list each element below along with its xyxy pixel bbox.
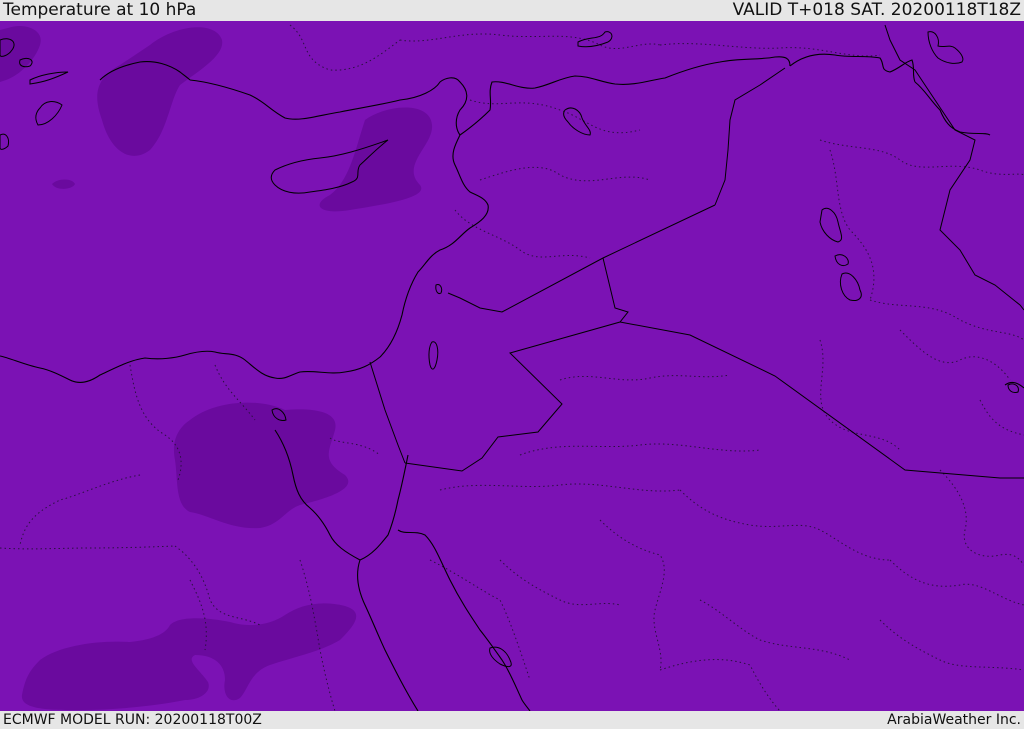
weather-map[interactable] <box>0 21 1024 711</box>
footer-bar: ECMWF MODEL RUN: 20200118T00Z ArabiaWeat… <box>0 711 1024 729</box>
map-canvas <box>0 21 1024 711</box>
model-run: ECMWF MODEL RUN: 20200118T00Z <box>3 712 262 728</box>
credit: ArabiaWeather Inc. <box>887 712 1021 728</box>
header-bar: Temperature at 10 hPa VALID T+018 SAT. 2… <box>0 0 1024 21</box>
valid-time: VALID T+018 SAT. 20200118T18Z <box>732 0 1021 20</box>
map-title: Temperature at 10 hPa <box>3 0 197 20</box>
